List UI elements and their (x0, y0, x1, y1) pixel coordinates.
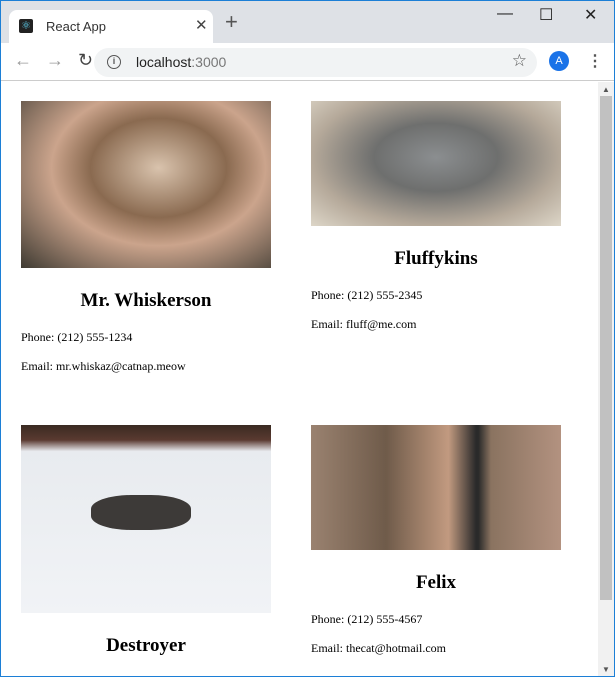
tab-title: React App (46, 19, 106, 34)
vertical-scrollbar[interactable]: ▲ ▼ (598, 82, 614, 676)
cat-card: Destroyer (21, 425, 271, 657)
cat-card: Felix Phone: (212) 555-4567 Email: theca… (311, 425, 561, 656)
browser-window: ⚛ React App ✕ + — ☐ ✕ ← → ↻ i localhost:… (0, 0, 615, 677)
close-window-button[interactable]: ✕ (584, 5, 597, 25)
menu-icon[interactable]: ⋮ (587, 51, 603, 71)
forward-button[interactable]: → (46, 50, 64, 71)
cat-image (21, 425, 271, 613)
minimize-button[interactable]: — (497, 5, 513, 23)
toolbar: ← → ↻ i localhost:3000 ☆ A ⋮ (1, 43, 614, 81)
cat-card: Fluffykins Phone: (212) 555-2345 Email: … (311, 101, 561, 332)
reload-button[interactable]: ↻ (78, 50, 93, 71)
url-text[interactable]: localhost:3000 (136, 54, 226, 70)
url-port: :3000 (191, 54, 227, 70)
tab-bar: ⚛ React App ✕ + — ☐ ✕ (1, 1, 614, 44)
tab-react-app[interactable]: ⚛ React App ✕ (9, 10, 213, 44)
url-host: localhost (136, 54, 192, 70)
cat-email: Email: fluff@me.com (311, 317, 417, 331)
cat-name: Fluffykins (394, 248, 478, 269)
close-tab-icon[interactable]: ✕ (195, 16, 208, 34)
cat-email: Email: mr.whiskaz@catnap.meow (21, 359, 186, 373)
react-icon: ⚛ (19, 19, 33, 33)
bookmark-star-icon[interactable]: ☆ (512, 51, 527, 71)
cat-image (311, 101, 561, 226)
cat-name: Felix (415, 572, 457, 593)
cat-card: Mr. Whiskerson Phone: (212) 555-1234 Ema… (21, 101, 271, 374)
info-icon[interactable]: i (107, 55, 121, 69)
cat-phone: Phone: (212) 555-1234 (21, 330, 133, 344)
maximize-button[interactable]: ☐ (539, 5, 553, 25)
cat-name: Mr. Whiskerson (80, 290, 212, 311)
cat-name: Destroyer (106, 635, 186, 656)
back-button[interactable]: ← (14, 50, 32, 71)
address-bar[interactable]: i localhost:3000 ☆ (94, 48, 537, 77)
scroll-down-arrow-icon[interactable]: ▼ (602, 665, 610, 674)
cat-image (21, 101, 271, 268)
cat-image (311, 425, 561, 550)
scrollbar-thumb[interactable] (600, 96, 612, 600)
cat-phone: Phone: (212) 555-4567 (311, 612, 423, 626)
scroll-up-arrow-icon[interactable]: ▲ (602, 85, 610, 94)
new-tab-button[interactable]: + (225, 11, 238, 33)
cat-email: Email: thecat@hotmail.com (311, 641, 447, 655)
cat-phone: Phone: (212) 555-2345 (311, 288, 423, 302)
avatar[interactable]: A (549, 51, 569, 71)
page-content: Mr. Whiskerson Phone: (212) 555-1234 Ema… (1, 82, 598, 676)
